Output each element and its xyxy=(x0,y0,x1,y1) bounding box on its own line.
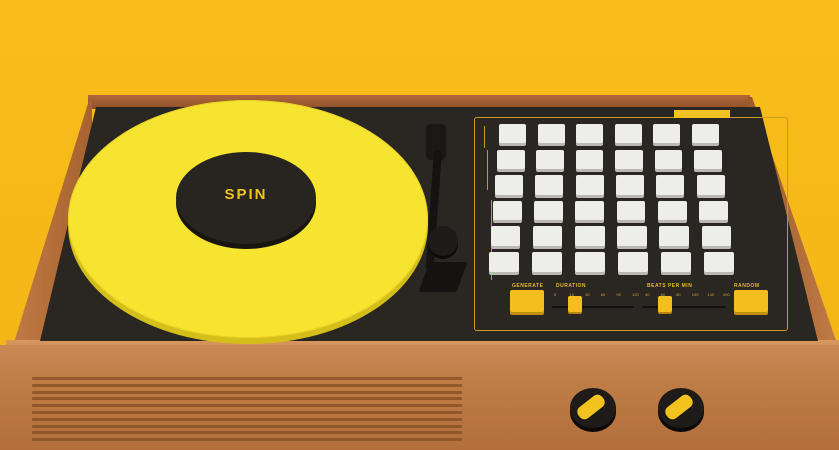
random-button[interactable] xyxy=(734,290,768,312)
grille-slat xyxy=(32,417,462,421)
slider-tick: 200 xyxy=(723,292,730,297)
tone-knob[interactable] xyxy=(658,388,704,428)
pad-button[interactable] xyxy=(575,251,605,272)
pad-button[interactable] xyxy=(495,175,524,195)
slider-tick: 30 xyxy=(585,292,590,297)
volume-knob[interactable] xyxy=(570,388,616,428)
group-bracket xyxy=(484,126,485,148)
generate-label: GENERATE xyxy=(512,283,544,289)
slider-tick: 100 xyxy=(691,292,699,297)
slider-tick: 80 xyxy=(676,292,681,297)
duration-track xyxy=(552,306,634,308)
knob-pointer xyxy=(574,392,608,422)
grille-slat xyxy=(32,410,462,414)
bpm-label: BEATS PER MIN xyxy=(647,283,693,289)
knob-pointer xyxy=(662,392,696,422)
pad-button[interactable] xyxy=(694,149,722,169)
pad-button[interactable] xyxy=(691,124,719,143)
grille-slat xyxy=(32,438,462,442)
panel-tag xyxy=(674,110,730,118)
pad-button[interactable] xyxy=(653,124,680,143)
pad-button[interactable] xyxy=(575,226,605,247)
grille-slat xyxy=(32,377,462,380)
grille-slat xyxy=(32,424,462,428)
pad-button[interactable] xyxy=(575,200,605,221)
pad-button[interactable] xyxy=(615,175,645,195)
duration-slider[interactable] xyxy=(568,296,582,312)
pad-button[interactable] xyxy=(532,251,562,272)
pad-button[interactable] xyxy=(659,226,689,247)
duration-label: DURATION xyxy=(556,283,587,289)
bpm-slider[interactable] xyxy=(658,296,672,312)
grille-slat xyxy=(32,397,462,401)
pad-button[interactable] xyxy=(534,200,563,221)
slider-tick: 140 xyxy=(707,292,715,297)
slider-tick: 40 xyxy=(645,292,650,297)
pad-button[interactable] xyxy=(704,251,734,272)
tonearm-pivot xyxy=(428,226,458,256)
slider-tick: 60 xyxy=(600,292,606,297)
pad-button[interactable] xyxy=(615,149,643,169)
pad-button[interactable] xyxy=(661,251,691,272)
pad-button[interactable] xyxy=(575,175,604,195)
record-label-text: SPIN xyxy=(224,186,268,203)
group-bracket xyxy=(487,150,488,190)
pad-button[interactable] xyxy=(656,175,685,195)
pad-button[interactable] xyxy=(493,200,522,221)
turntable-scene: SPIN GENERATE DURATION BEATS PER MIN RAN… xyxy=(0,0,839,450)
pad-button[interactable] xyxy=(657,200,687,221)
pad-button[interactable] xyxy=(491,226,521,247)
generate-button[interactable] xyxy=(510,290,544,312)
pad-button[interactable] xyxy=(536,149,564,169)
pad-button[interactable] xyxy=(654,149,683,169)
slider-tick: 5 xyxy=(554,292,557,297)
slider-tick: 90 xyxy=(616,292,621,297)
pad-button[interactable] xyxy=(497,149,525,169)
pad-button[interactable] xyxy=(499,124,526,143)
grille-slat xyxy=(32,383,462,387)
pad-button[interactable] xyxy=(614,124,642,143)
pad-button[interactable] xyxy=(696,175,725,195)
pad-button[interactable] xyxy=(575,149,604,169)
bpm-track xyxy=(643,306,725,308)
speaker-grille xyxy=(32,377,462,443)
pad-button[interactable] xyxy=(617,226,647,247)
pad-button[interactable] xyxy=(701,226,731,247)
pad-button[interactable] xyxy=(489,251,519,272)
pad-button[interactable] xyxy=(535,175,564,195)
pad-button[interactable] xyxy=(533,226,563,247)
slider-tick: 120 xyxy=(632,292,639,297)
pad-button[interactable] xyxy=(576,124,603,143)
pad-button[interactable] xyxy=(618,251,648,272)
pad-button[interactable] xyxy=(699,200,728,221)
grille-slat xyxy=(32,431,462,435)
pad-button[interactable] xyxy=(616,200,646,221)
random-label: RANDOM xyxy=(734,283,760,289)
grille-slat xyxy=(32,390,462,394)
grille-slat xyxy=(32,404,462,408)
pad-button[interactable] xyxy=(537,124,565,143)
